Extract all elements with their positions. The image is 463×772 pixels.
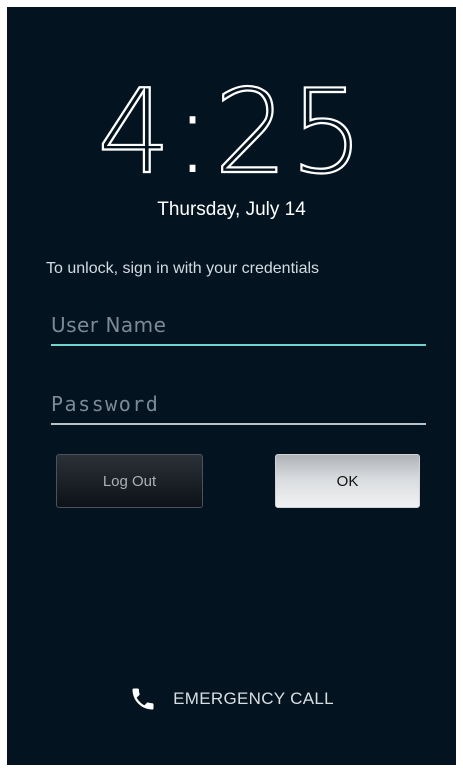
lock-screen: 4:25 Thursday, July 14 To unlock, sign i… [7,7,456,765]
clock: 4:25 [7,67,456,197]
date-label: Thursday, July 14 [157,199,306,220]
emergency-call-button[interactable]: EMERGENCY CALL [7,683,456,715]
username-input[interactable] [51,310,426,340]
password-field [51,389,426,425]
password-underline [51,423,426,425]
phone-icon [129,685,157,713]
logout-button[interactable]: Log Out [56,454,203,508]
clock-minutes: 25 [213,65,366,200]
ok-button[interactable]: OK [275,454,420,508]
clock-separator: : [173,65,215,200]
unlock-hint: To unlock, sign in with your credentials [46,260,320,277]
clock-hours: 4 [96,65,174,200]
username-underline [51,344,426,346]
username-field [51,310,426,346]
password-input[interactable] [51,389,426,419]
emergency-call-label: EMERGENCY CALL [173,689,334,708]
